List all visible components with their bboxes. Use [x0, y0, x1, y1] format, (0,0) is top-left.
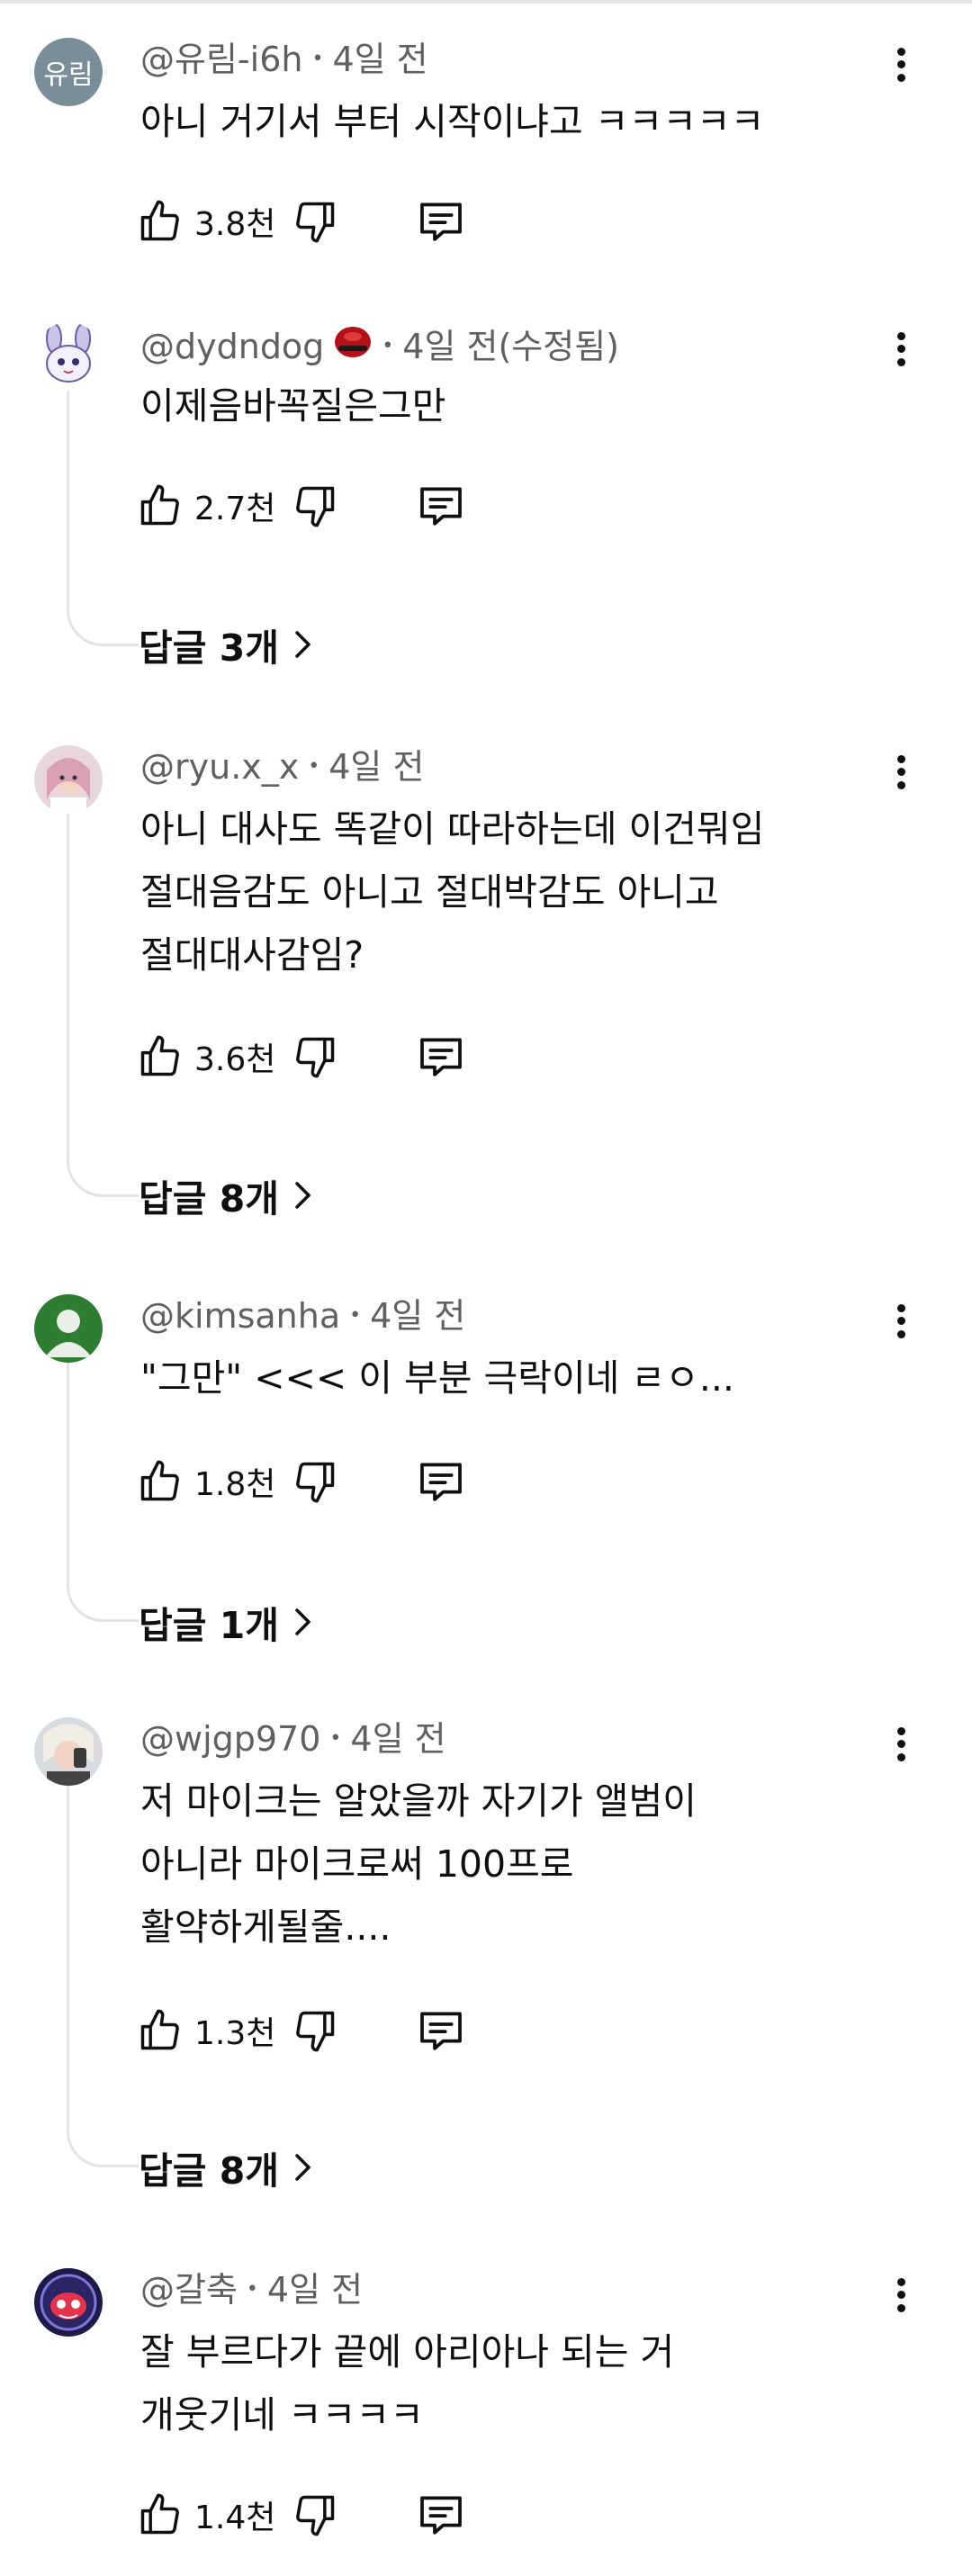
comment-author[interactable]: @유림-i6h	[140, 40, 302, 79]
chevron-right-icon	[292, 1607, 315, 1637]
like-count: 3.6천	[194, 1041, 276, 1078]
more-vert-icon[interactable]	[887, 747, 914, 797]
comment-author[interactable]: @kimsanha	[140, 1296, 340, 1336]
comment-meta: @갈축 • 4일 전	[140, 2270, 363, 2310]
chevron-right-icon	[292, 2152, 315, 2183]
comment-time: 4일 전	[266, 2270, 364, 2310]
thumbs-down-icon[interactable]	[292, 2491, 338, 2538]
reply-icon[interactable]	[416, 196, 466, 247]
comment-text: "그만" <<< 이 부분 극락이네 ㄹㅇ...	[140, 1356, 734, 1400]
avatar[interactable]	[34, 745, 103, 814]
replies-label: 답글 8개	[139, 1177, 279, 1220]
view-replies-button[interactable]: 답글 3개	[139, 617, 315, 671]
comment-time: 4일 전(수정됨)	[402, 326, 620, 366]
comment-time: 4일 전	[370, 1296, 466, 1336]
chevron-right-icon	[292, 629, 315, 660]
member-badge-icon	[333, 324, 373, 368]
replies-label: 답글 1개	[139, 1604, 279, 1647]
thumbs-down-icon[interactable]	[292, 1458, 338, 1505]
comment-item: @ryu.x_x • 4일 전 아니 대사도 똑같이 따라하는데 이건뭐임 절대…	[0, 745, 972, 1231]
reply-icon[interactable]	[416, 1031, 466, 1082]
replies-label: 답글 8개	[139, 2149, 279, 2193]
comment-actions: 3.6천	[137, 1030, 466, 1084]
comment-text: 이제음바꼭질은그만	[140, 384, 446, 428]
avatar[interactable]	[34, 1717, 103, 1786]
more-vert-icon[interactable]	[887, 2270, 914, 2320]
view-replies-button[interactable]: 답글 1개	[139, 1595, 315, 1649]
comment-item: 유림 @유림-i6h • 4일 전 아니 거기서 부터 시작이냐고 ㅋㅋㅋㅋㅋ …	[0, 38, 972, 272]
view-replies-button[interactable]: 답글 8개	[139, 2140, 315, 2194]
thumbs-down-icon[interactable]	[292, 198, 338, 245]
chevron-right-icon	[292, 1180, 315, 1211]
comment-item: @wjgp970 • 4일 전 저 마이크는 알았을까 자기가 앨범이 아니라 …	[0, 1717, 972, 2203]
comment-text: 잘 부르다가 끝에 아리아나 되는 거 개웃기네 ㅋㅋㅋㅋ	[140, 2330, 675, 2436]
comment-text: 아니 대사도 똑같이 따라하는데 이건뭐임 절대음감도 아니고 절대박감도 아니…	[140, 807, 765, 977]
comment-actions: 1.8천	[137, 1455, 466, 1509]
like-count: 3.8천	[194, 206, 276, 243]
meta-separator: •	[311, 48, 324, 70]
like-count: 1.3천	[194, 2015, 276, 2052]
comment-time: 4일 전	[350, 1719, 446, 1759]
meta-separator: •	[349, 1304, 362, 1327]
comment-author[interactable]: @dydndog	[140, 327, 324, 366]
comment-meta: @유림-i6h • 4일 전	[140, 40, 428, 79]
thumbs-up-icon[interactable]	[137, 198, 184, 245]
replies-label: 답글 3개	[139, 626, 279, 670]
comment-meta: @dydndog • 4일 전(수정됨)	[140, 324, 619, 368]
thumbs-up-icon[interactable]	[137, 482, 184, 529]
thumbs-up-icon[interactable]	[137, 2007, 184, 2054]
like-count: 1.8천	[194, 1466, 276, 1503]
comment-meta: @kimsanha • 4일 전	[140, 1296, 465, 1336]
meta-separator: •	[382, 334, 394, 357]
more-vert-icon[interactable]	[887, 1719, 914, 1770]
top-divider	[0, 0, 972, 4]
avatar[interactable]	[34, 322, 103, 391]
thumbs-up-icon[interactable]	[137, 1033, 184, 1080]
comment-actions: 3.8천	[137, 194, 466, 248]
more-vert-icon[interactable]	[887, 40, 914, 90]
comment-text: 저 마이크는 알았을까 자기가 앨범이 아니라 마이크로써 100프로 활약하게…	[140, 1779, 697, 1949]
comment-meta: @wjgp970 • 4일 전	[140, 1719, 446, 1759]
view-replies-button[interactable]: 답글 8개	[139, 1168, 315, 1222]
thumbs-down-icon[interactable]	[292, 482, 338, 529]
comment-author[interactable]: @wjgp970	[140, 1719, 320, 1759]
comment-meta: @ryu.x_x • 4일 전	[140, 747, 424, 787]
avatar[interactable]: 유림	[34, 38, 103, 106]
like-count: 1.4천	[194, 2499, 276, 2536]
like-count: 2.7천	[194, 491, 276, 527]
reply-icon[interactable]	[416, 1456, 466, 1507]
more-vert-icon[interactable]	[887, 324, 914, 374]
avatar[interactable]	[34, 1294, 103, 1363]
comment-text: 아니 거기서 부터 시작이냐고 ㅋㅋㅋㅋㅋ	[140, 100, 765, 143]
comment-author[interactable]: @갈축	[140, 2270, 238, 2310]
avatar[interactable]	[34, 2268, 103, 2337]
reply-icon[interactable]	[416, 481, 466, 531]
thumbs-down-icon[interactable]	[292, 1033, 338, 1080]
comment-item: @dydndog • 4일 전(수정됨) 이제음바꼭질은그만 2.7천 답글 3…	[0, 322, 972, 682]
meta-separator: •	[329, 1727, 342, 1750]
thumbs-down-icon[interactable]	[292, 2007, 338, 2054]
reply-icon[interactable]	[416, 2490, 466, 2540]
comment-actions: 1.3천	[137, 2004, 466, 2058]
meta-separator: •	[246, 2278, 258, 2301]
comment-time: 4일 전	[332, 40, 428, 79]
more-vert-icon[interactable]	[887, 1296, 914, 1347]
comment-item: @갈축 • 4일 전 잘 부르다가 끝에 아리아나 되는 거 개웃기네 ㅋㅋㅋㅋ…	[0, 2268, 972, 2556]
comment-actions: 1.4천	[137, 2488, 466, 2542]
meta-separator: •	[308, 755, 320, 778]
comment-actions: 2.7천	[137, 479, 466, 533]
thumbs-up-icon[interactable]	[137, 2491, 184, 2538]
reply-icon[interactable]	[416, 2005, 466, 2056]
thumbs-up-icon[interactable]	[137, 1458, 184, 1505]
comment-author[interactable]: @ryu.x_x	[140, 747, 299, 787]
comment-time: 4일 전	[328, 747, 425, 787]
comment-item: @kimsanha • 4일 전 "그만" <<< 이 부분 극락이네 ㄹㅇ..…	[0, 1294, 972, 1654]
